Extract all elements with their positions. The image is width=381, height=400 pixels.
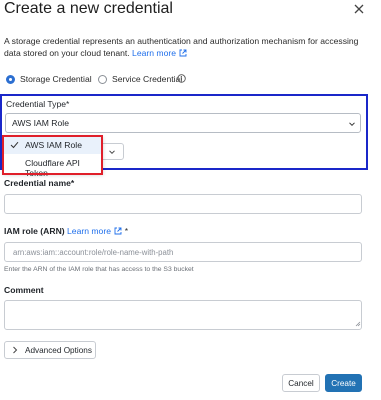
credential-name-input[interactable] — [4, 194, 362, 214]
comment-textarea[interactable] — [4, 300, 362, 330]
service-credential-label[interactable]: Service Credential — [112, 74, 182, 84]
dialog-title: Create a new credential — [4, 0, 173, 17]
iam-role-label: IAM role (ARN) — [4, 226, 65, 236]
credential-type-label: Credential Type* — [6, 99, 70, 109]
behind-dropdown-control[interactable] — [100, 143, 124, 160]
iam-learn-more-link[interactable]: Learn more — [67, 226, 111, 236]
advanced-options-label: Advanced Options — [25, 345, 92, 355]
advanced-options-button[interactable]: Advanced Options — [4, 341, 96, 359]
required-mark: * — [124, 226, 129, 236]
credential-type-value: AWS IAM Role — [12, 118, 69, 128]
resize-handle-icon[interactable] — [355, 321, 361, 327]
iam-role-input[interactable]: arn:aws:iam::account:role/role-name-with… — [4, 242, 362, 262]
external-link-icon — [179, 49, 187, 57]
service-credential-radio[interactable] — [98, 75, 107, 84]
chevron-down-icon — [349, 122, 355, 127]
close-icon[interactable] — [352, 2, 366, 16]
credential-type-select[interactable]: AWS IAM Role — [5, 113, 361, 133]
dropdown-highlight — [2, 135, 103, 175]
create-button[interactable]: Create — [325, 374, 362, 392]
comment-label: Comment — [4, 285, 44, 295]
storage-credential-radio[interactable] — [6, 75, 15, 84]
credential-name-label: Credential name* — [4, 178, 75, 188]
storage-credential-label[interactable]: Storage Credential — [20, 74, 92, 84]
iam-role-label-row: IAM role (ARN) Learn more * — [4, 226, 128, 236]
info-icon[interactable] — [177, 74, 186, 83]
cancel-button[interactable]: Cancel — [282, 374, 320, 392]
iam-role-hint: Enter the ARN of the IAM role that has a… — [4, 266, 194, 273]
dialog-description: A storage credential represents an authe… — [4, 35, 368, 59]
chevron-down-icon — [109, 149, 115, 154]
external-link-icon — [114, 227, 122, 235]
iam-role-placeholder: arn:aws:iam::account:role/role-name-with… — [13, 248, 174, 257]
chevron-right-icon — [13, 346, 18, 354]
learn-more-link[interactable]: Learn more — [132, 48, 176, 58]
